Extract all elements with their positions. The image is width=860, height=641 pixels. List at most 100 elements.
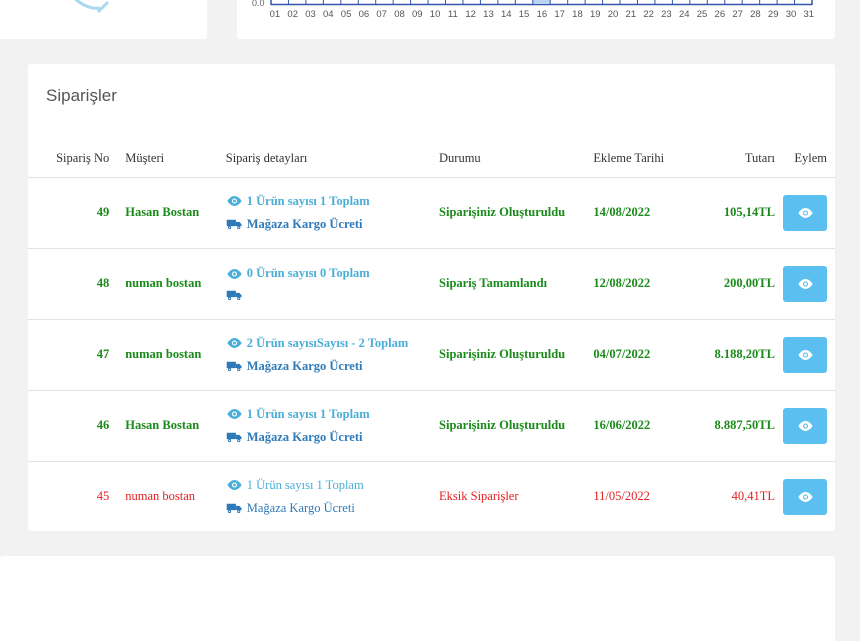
order-total: 8.188,20TL <box>688 319 779 391</box>
order-status: Siparişiniz Oluşturuldu <box>435 390 590 462</box>
highlight-bar <box>532 0 551 4</box>
order-date: 04/07/2022 <box>589 319 689 391</box>
customer-name: Hasan Bostan <box>119 177 220 249</box>
view-order-button[interactable] <box>783 194 827 231</box>
eye-icon <box>797 207 813 218</box>
order-action <box>778 390 835 462</box>
details-items-text: 1 Ürün sayısı 1 Toplam <box>246 406 370 421</box>
table-header-row: Sipariş No Müşteri Sipariş detayları Dur… <box>28 141 835 178</box>
x-tick-label-10: 10 <box>429 9 441 20</box>
col-status: Durumu <box>435 141 590 178</box>
details-shipping-text: Mağaza Kargo Ücreti <box>246 216 363 231</box>
eye-icon <box>797 278 813 289</box>
view-order-button[interactable] <box>783 336 827 373</box>
table-row: 45 numan bostan 1 Ürün sayısı 1 Toplam M… <box>28 461 835 532</box>
customer-name: Hasan Bostan <box>119 390 220 462</box>
order-details: 1 Ürün sayısı 1 Toplam Mağaza Kargo Ücre… <box>219 390 436 462</box>
details-shipping-text: Mağaza Kargo Ücreti <box>246 500 355 515</box>
order-details: 0 Ürün sayısı 0 Toplam <box>219 248 436 320</box>
eye-icon <box>227 268 242 279</box>
details-shipping-text: Mağaza Kargo Ücreti <box>246 429 363 444</box>
x-tick-label-21: 21 <box>625 9 637 20</box>
details-shipping-line: Mağaza Kargo Ücreti <box>226 430 431 445</box>
order-no: 49 <box>28 177 120 249</box>
panel-title: Siparişler <box>46 86 117 105</box>
eye-icon <box>227 409 242 419</box>
x-tick-label-27: 27 <box>732 9 743 20</box>
x-tick-label-12: 12 <box>465 9 476 20</box>
order-status: Siparişiniz Oluşturuldu <box>435 177 590 249</box>
col-details: Sipariş detayları <box>219 141 436 178</box>
table-row: 47 numan bostan 2 Ürün sayısıSayısı - 2 … <box>28 319 835 391</box>
details-shipping-line: Mağaza Kargo Ücreti <box>226 359 431 374</box>
order-status: Siparişiniz Oluşturuldu <box>435 319 590 391</box>
order-no: 46 <box>28 390 120 462</box>
customer-name: numan bostan <box>119 248 220 320</box>
view-order-button[interactable] <box>783 265 827 302</box>
x-tick-label-07: 07 <box>376 9 387 20</box>
table-row: 48 numan bostan 0 Ürün sayısı 0 Toplam S… <box>28 248 835 320</box>
customer-name: numan bostan <box>125 489 196 504</box>
order-date: 12/08/2022 <box>589 248 689 320</box>
truck-icon <box>226 361 242 372</box>
truck-icon <box>226 219 242 230</box>
x-tick-label-29: 29 <box>767 9 779 20</box>
x-tick-label-18: 18 <box>572 9 583 20</box>
x-tick-label-22: 22 <box>643 9 654 20</box>
x-tick-label-30: 30 <box>785 9 797 20</box>
x-tick-label-28: 28 <box>750 9 761 20</box>
customer-name: numan bostan <box>119 319 220 391</box>
x-tick-label-11: 11 <box>447 9 458 20</box>
eye-icon <box>797 491 813 502</box>
col-order-no: Sipariş No <box>28 141 120 178</box>
order-date: 14/08/2022 <box>589 177 689 249</box>
details-shipping-line: Mağaza Kargo Ücreti <box>226 217 431 232</box>
x-tick-label-19: 19 <box>589 9 601 20</box>
details-shipping-text: Mağaza Kargo Ücreti <box>246 358 363 373</box>
details-items-line[interactable]: 1 Ürün sayısı 1 Toplam <box>226 194 431 209</box>
x-tick-label-25: 25 <box>696 9 708 20</box>
details-items-line[interactable]: 1 Ürün sayısı 1 Toplam <box>226 478 431 493</box>
order-action <box>778 177 835 249</box>
order-date: 11/05/2022 <box>593 489 650 504</box>
x-tick-label-01: 01 <box>269 9 281 20</box>
x-tick-label-09: 09 <box>411 9 423 20</box>
details-shipping-line: Mağaza Kargo Ücreti <box>226 501 431 516</box>
details-items-line[interactable]: 1 Ürün sayısı 1 Toplam <box>226 407 431 422</box>
truck-icon <box>226 432 242 443</box>
truck-icon <box>226 504 242 514</box>
eye-icon <box>227 196 242 206</box>
orders-table: Sipariş No Müşteri Sipariş detayları Dur… <box>28 141 835 532</box>
x-tick-label-23: 23 <box>661 9 672 20</box>
details-items-line[interactable]: 2 Ürün sayısıSayısı - 2 Toplam <box>226 336 431 351</box>
eye-icon <box>797 349 813 360</box>
eye-icon <box>227 338 242 348</box>
order-details: 1 Ürün sayısı 1 Toplam Mağaza Kargo Ücre… <box>219 177 436 249</box>
x-tick-label-05: 05 <box>340 9 352 20</box>
bottom-card <box>0 556 835 641</box>
x-tick-label-04: 04 <box>323 9 334 20</box>
x-tick-label-16: 16 <box>536 9 548 20</box>
order-details: 1 Ürün sayısı 1 Toplam Mağaza Kargo Ücre… <box>220 461 435 532</box>
order-total: 8.887,50TL <box>688 390 779 462</box>
details-items-line[interactable]: 0 Ürün sayısı 0 Toplam <box>226 266 431 281</box>
col-date: Ekleme Tarihi <box>589 141 689 178</box>
view-order-button[interactable] <box>783 478 827 515</box>
details-items-text: 1 Ürün sayısı 1 Toplam <box>246 477 364 492</box>
eye-icon <box>797 420 813 431</box>
view-order-button[interactable] <box>783 407 827 444</box>
daily-chart-card: 0.0 01 02 03 04 05 06 07 08 09 10 11 12 13 14 15 16 17 18… <box>237 0 835 39</box>
x-tick-label-24: 24 <box>678 9 690 20</box>
x-tick-label-20: 20 <box>607 9 619 20</box>
x-tick-label-08: 08 <box>394 9 405 20</box>
x-axis-day-labels: 01 02 03 04 05 06 07 08 09 10 11 12 13 14 15 16 17 18 19 20… <box>266 9 818 20</box>
x-tick-label-14: 14 <box>500 9 512 20</box>
eye-icon <box>227 480 242 491</box>
col-customer: Müşteri <box>119 141 220 178</box>
x-tick-label-02: 02 <box>287 9 298 20</box>
order-date: 16/06/2022 <box>589 390 689 462</box>
order-action <box>779 461 835 532</box>
daily-chart: 0.0 01 02 03 04 05 06 07 08 09 10 11 12 13 14 15 16 17 18… <box>237 0 835 39</box>
order-status: Eksik Siparişler <box>439 489 519 504</box>
orders-panel: Siparişler Sipariş No Müşteri Sipariş de… <box>28 64 835 531</box>
